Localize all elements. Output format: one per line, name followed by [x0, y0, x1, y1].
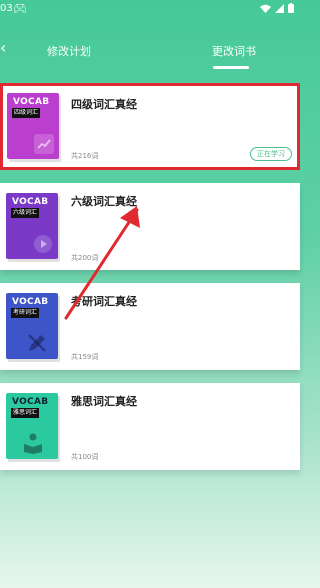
- annotation-arrow: [64, 206, 140, 320]
